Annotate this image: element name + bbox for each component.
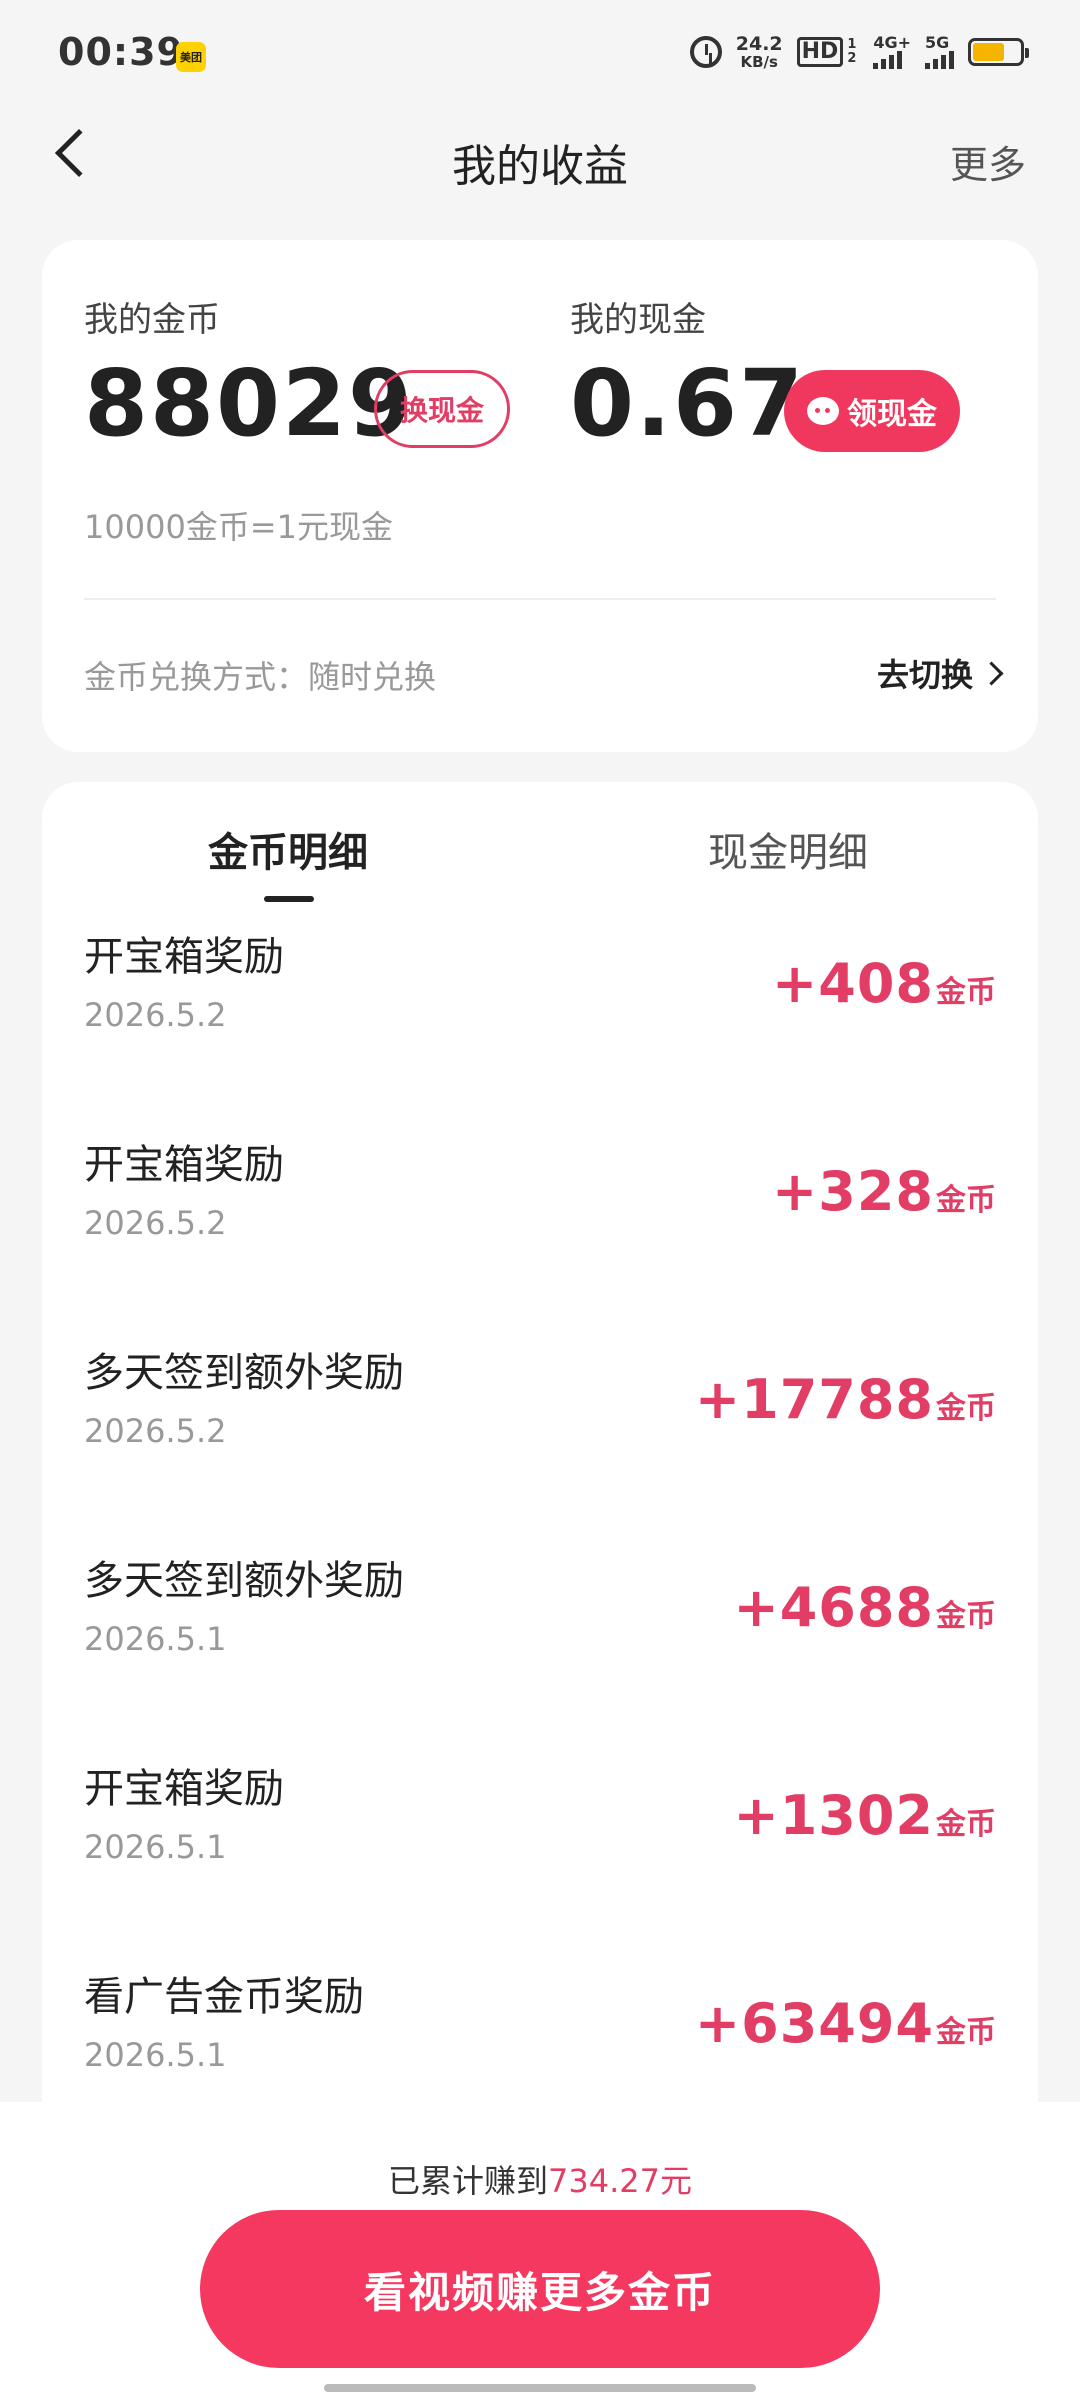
record-title: 开宝箱奖励: [84, 1142, 284, 1188]
record-amount-unit: 金币: [936, 2015, 996, 2050]
record-amount: +17788 金币: [695, 1368, 996, 1431]
signal-bars-icon: [873, 51, 903, 69]
record-date: 2026.5.2: [84, 996, 227, 1034]
page-title: 我的收益: [452, 141, 628, 192]
battery-level: [973, 43, 1005, 61]
record-amount-value: +328: [772, 1160, 934, 1223]
record-amount-unit: 金币: [936, 1599, 996, 1634]
list-item: 多天签到额外奖励 2026.5.1 +4688 金币: [42, 1528, 1038, 1736]
status-time: 00:39: [58, 30, 184, 74]
coin-record-list: 开宝箱奖励 2026.5.2 +408 金币 开宝箱奖励 2026.5.2 +3…: [42, 904, 1038, 2152]
cash-balance: 0.67: [570, 350, 805, 457]
record-title: 开宝箱奖励: [84, 934, 284, 980]
network-speed: 24.2 KB/s: [736, 34, 783, 70]
tab-cash-details[interactable]: 现金明细: [708, 820, 868, 878]
signal-5g-icon: 5G: [925, 35, 954, 69]
exchange-cash-button[interactable]: 换现金: [374, 370, 510, 448]
record-amount: +408 金币: [772, 952, 996, 1015]
record-date: 2026.5.1: [84, 1828, 227, 1866]
record-title: 开宝箱奖励: [84, 1766, 284, 1812]
record-amount: +63494 金币: [695, 1992, 996, 2055]
record-amount-value: +1302: [733, 1784, 934, 1847]
tab-coin-details[interactable]: 金币明细: [208, 820, 368, 878]
network-speed-unit: KB/s: [740, 53, 778, 71]
total-earned-prefix: 已累计赚到: [388, 2162, 549, 2200]
total-earned-line: 已累计赚到734.27元: [0, 2156, 1080, 2202]
screen: 00:39 美团 24.2 KB/s HD 1 2 4G+ 5G 我的收益 更多…: [0, 0, 1080, 2400]
list-item: 开宝箱奖励 2026.5.1 +1302 金币: [42, 1736, 1038, 1944]
status-indicators: 24.2 KB/s HD 1 2 4G+ 5G: [689, 34, 1029, 70]
battery-icon: [968, 38, 1029, 66]
coin-balance: 88029: [84, 350, 415, 457]
switch-label: 去切换: [876, 656, 973, 694]
network-speed-value: 24.2: [735, 33, 783, 55]
withdraw-cash-label: 领现金: [847, 397, 937, 432]
watch-video-earn-button[interactable]: 看视频赚更多金币: [200, 2210, 880, 2368]
record-amount-value: +408: [772, 952, 934, 1015]
record-amount-unit: 金币: [936, 1807, 996, 1842]
list-item: 开宝箱奖励 2026.5.2 +328 金币: [42, 1112, 1038, 1320]
nav-bar: 我的收益 更多: [0, 100, 1080, 210]
record-title: 多天签到额外奖励: [84, 1350, 404, 1396]
coin-label: 我的金币: [84, 300, 220, 340]
record-amount: +328 金币: [772, 1160, 996, 1223]
total-earned-amount: 734.27元: [548, 2162, 692, 2200]
withdraw-cash-button[interactable]: 领现金: [784, 370, 960, 452]
record-date: 2026.5.1: [84, 1620, 227, 1658]
record-date: 2026.5.1: [84, 2036, 227, 2074]
home-indicator[interactable]: [324, 2384, 756, 2392]
switch-exchange-mode-link[interactable]: 去切换: [876, 650, 1004, 696]
record-amount-unit: 金币: [936, 1391, 996, 1426]
record-title: 多天签到额外奖励: [84, 1558, 404, 1604]
status-bar: 00:39 美团 24.2 KB/s HD 1 2 4G+ 5G: [0, 0, 1080, 110]
chevron-right-icon: [979, 660, 1004, 686]
earnings-summary-card: 我的金币 88029 换现金 我的现金 0.67 领现金 10000金币=1元现…: [42, 240, 1038, 752]
active-tab-indicator: [264, 896, 314, 902]
detail-tabs: 金币明细 现金明细: [42, 820, 1038, 902]
alarm-icon: [689, 36, 722, 68]
divider: [84, 598, 996, 600]
record-amount-value: +4688: [733, 1576, 934, 1639]
bottom-bar: 已累计赚到734.27元 看视频赚更多金币: [0, 2102, 1080, 2400]
record-amount-unit: 金币: [936, 1183, 996, 1218]
signal-4g-icon: 4G+: [873, 35, 911, 69]
exchange-mode-text: 金币兑换方式：随时兑换: [84, 658, 437, 696]
more-button[interactable]: 更多: [950, 134, 1026, 189]
signal-4g-label: 4G+: [873, 33, 911, 52]
list-item: 开宝箱奖励 2026.5.2 +408 金币: [42, 904, 1038, 1112]
record-date: 2026.5.2: [84, 1204, 227, 1242]
record-date: 2026.5.2: [84, 1412, 227, 1450]
hd-icon: HD: [796, 37, 844, 67]
record-amount: +1302 金币: [733, 1784, 996, 1847]
wechat-icon: [807, 397, 839, 425]
hd-sim-index: 1 2: [847, 37, 857, 66]
list-item: 多天签到额外奖励 2026.5.2 +17788 金币: [42, 1320, 1038, 1528]
record-amount-value: +63494: [694, 1992, 934, 2055]
cash-label: 我的现金: [570, 300, 706, 340]
record-amount-value: +17788: [694, 1368, 934, 1431]
record-amount: +4688 金币: [733, 1576, 996, 1639]
signal-5g-label: 5G: [925, 33, 950, 52]
exchange-rate-text: 10000金币=1元现金: [84, 508, 393, 546]
record-title: 看广告金币奖励: [84, 1974, 364, 2020]
record-amount-unit: 金币: [936, 975, 996, 1010]
meituan-app-icon: 美团: [176, 42, 206, 72]
signal-bars-icon: [925, 51, 954, 69]
